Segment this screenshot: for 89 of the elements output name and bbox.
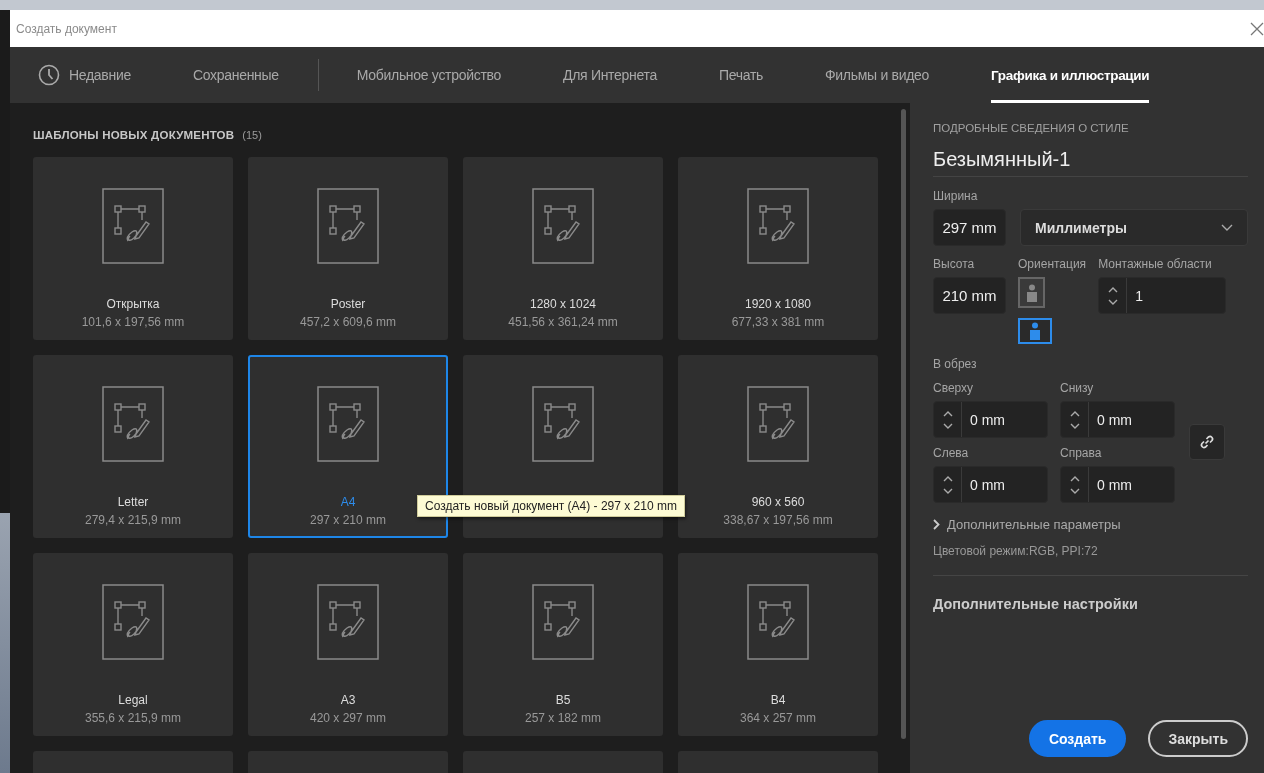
bleed-stepper[interactable]: 0 mm bbox=[1060, 466, 1175, 503]
template-card[interactable]: 1280 x 1024 451,56 x 361,24 mm bbox=[463, 157, 663, 340]
field-label: Снизу bbox=[1060, 381, 1095, 395]
template-card[interactable]: Legal 355,6 x 215,9 mm bbox=[33, 553, 233, 736]
template-card[interactable]: Poster 457,2 x 609,6 mm bbox=[248, 157, 448, 340]
template-name: 1920 x 1080 bbox=[744, 296, 812, 313]
document-pen-icon bbox=[532, 584, 594, 660]
tab[interactable]: Печать bbox=[718, 47, 763, 103]
field-label: Ширина bbox=[933, 189, 979, 203]
tab[interactable]: Фильмы и видео bbox=[825, 47, 929, 103]
template-size: 420 x 297 mm bbox=[309, 710, 386, 727]
document-pen-icon bbox=[317, 188, 379, 264]
field-label: Слева bbox=[933, 446, 970, 460]
template-card[interactable]: A3 420 x 297 mm bbox=[248, 553, 448, 736]
bleed-stepper[interactable]: 0 mm bbox=[933, 466, 1048, 503]
template-card[interactable]: Открытка 101,6 x 197,56 mm bbox=[33, 157, 233, 340]
document-pen-icon bbox=[317, 386, 379, 462]
field-label: Сверху bbox=[933, 381, 975, 395]
field-label: Высота bbox=[933, 257, 976, 271]
person-icon bbox=[1025, 283, 1038, 302]
document-pen-icon bbox=[317, 584, 379, 660]
bleed-stepper[interactable]: 0 mm bbox=[933, 401, 1048, 438]
document-name-field[interactable]: Безымянный-1 bbox=[933, 148, 1248, 177]
tooltip: Создать новый документ (A4) - 297 x 210 mm bbox=[417, 495, 685, 517]
create-button[interactable]: Создать bbox=[1028, 720, 1127, 757]
template-name: Poster bbox=[330, 296, 366, 313]
tab[interactable]: Сохраненные bbox=[192, 47, 279, 103]
field-label: Ориентация bbox=[1018, 257, 1087, 271]
units-dropdown[interactable]: Миллиметры bbox=[1020, 209, 1248, 246]
document-pen-icon bbox=[532, 188, 594, 264]
template-size: 101,6 x 197,56 mm bbox=[81, 314, 185, 331]
bleed-stepper[interactable]: 0 mm bbox=[1060, 401, 1175, 438]
tab[interactable]: Недавние bbox=[38, 47, 131, 103]
section-heading: ШАБЛОНЫ НОВЫХ ДОКУМЕНТОВ bbox=[33, 129, 235, 141]
template-card[interactable]: B5 257 x 182 mm bbox=[463, 553, 663, 736]
template-name: A4 bbox=[340, 494, 356, 511]
tab[interactable]: Для Интернета bbox=[563, 47, 657, 103]
tab[interactable]: Мобильное устройство bbox=[356, 47, 501, 103]
document-pen-icon bbox=[102, 188, 164, 264]
template-size: 297 x 210 mm bbox=[309, 512, 386, 529]
template-card[interactable]: 1920 x 1080 677,33 x 381 mm bbox=[678, 157, 878, 340]
width-field[interactable]: 297 mm bbox=[933, 209, 1006, 246]
window-title: Создать документ bbox=[16, 21, 117, 36]
artboards-stepper[interactable]: 1 bbox=[1098, 277, 1227, 314]
template-card[interactable]: Letter 279,4 x 215,9 mm bbox=[33, 355, 233, 538]
landscape-button[interactable] bbox=[1018, 318, 1052, 344]
advanced-options-toggle[interactable]: Дополнительные параметры bbox=[933, 517, 1248, 532]
document-pen-icon bbox=[747, 188, 809, 264]
template-count: (15) bbox=[242, 129, 262, 141]
template-size: 338,67 x 197,56 mm bbox=[723, 512, 833, 529]
portrait-button[interactable] bbox=[1018, 277, 1045, 308]
field-label: Справа bbox=[1060, 446, 1103, 460]
template-size: 451,56 x 361,24 mm bbox=[508, 314, 618, 331]
chain-link-icon bbox=[1198, 433, 1216, 451]
scrollbar[interactable] bbox=[901, 109, 906, 739]
template-name: Открытка bbox=[106, 296, 160, 313]
person-icon bbox=[1029, 322, 1041, 340]
template-size: 457,2 x 609,6 mm bbox=[299, 314, 397, 331]
template-name: Legal bbox=[118, 692, 148, 709]
chevron-down-icon bbox=[1221, 223, 1233, 232]
chevron-right-icon bbox=[933, 519, 940, 530]
template-name: 960 x 560 bbox=[751, 494, 805, 511]
close-icon[interactable] bbox=[1250, 21, 1264, 36]
template-card[interactable]: B4 364 x 257 mm bbox=[678, 553, 878, 736]
document-pen-icon bbox=[102, 386, 164, 462]
document-pen-icon bbox=[532, 386, 594, 462]
section-label: В обрез bbox=[933, 357, 978, 371]
document-pen-icon bbox=[747, 386, 809, 462]
template-size: 677,33 x 381 mm bbox=[731, 314, 825, 331]
color-mode-info: Цветовой режим:RGB, PPI:72 bbox=[933, 544, 1099, 558]
section-heading: ПОДРОБНЫЕ СВЕДЕНИЯ О СТИЛЕ bbox=[933, 122, 1130, 134]
close-button[interactable]: Закрыть bbox=[1148, 720, 1248, 757]
document-pen-icon bbox=[747, 584, 809, 660]
height-field[interactable]: 210 mm bbox=[933, 277, 1006, 314]
clock-icon bbox=[38, 64, 60, 86]
template-name: 1280 x 1024 bbox=[529, 296, 597, 313]
document-pen-icon bbox=[102, 584, 164, 660]
field-label: Монтажные области bbox=[1098, 257, 1213, 271]
template-card[interactable]: 960 x 560 338,67 x 197,56 mm bbox=[678, 355, 878, 538]
template-size: 364 x 257 mm bbox=[739, 710, 816, 727]
template-size: 355,6 x 215,9 mm bbox=[84, 710, 182, 727]
more-settings-link[interactable]: Дополнительные настройки bbox=[933, 596, 1248, 612]
template-name: A3 bbox=[340, 692, 356, 709]
template-size: 279,4 x 215,9 mm bbox=[84, 512, 182, 529]
template-name: B5 bbox=[555, 692, 571, 709]
template-name: B4 bbox=[770, 692, 786, 709]
link-button[interactable] bbox=[1189, 424, 1225, 460]
template-name: Letter bbox=[117, 494, 149, 511]
template-size: 257 x 182 mm bbox=[524, 710, 601, 727]
